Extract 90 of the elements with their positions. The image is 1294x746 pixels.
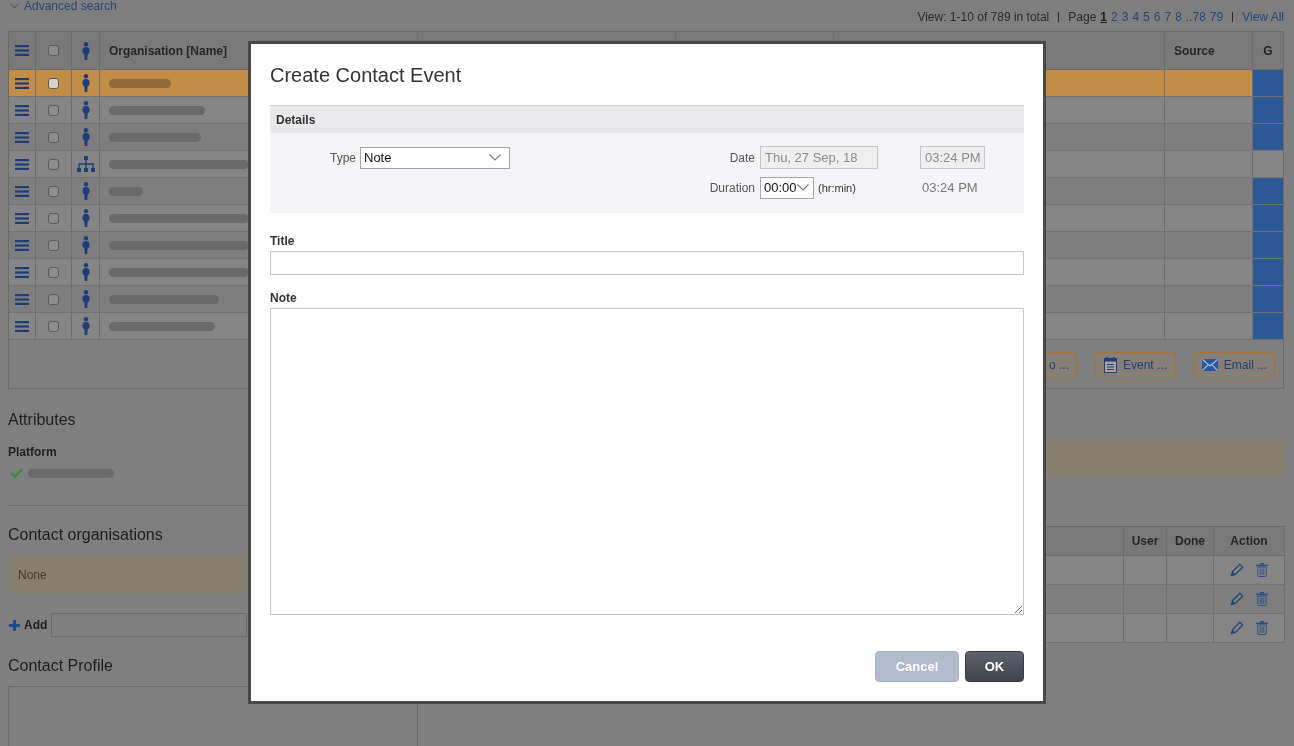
section-title: Contact organisations <box>8 526 163 544</box>
pencil-icon[interactable] <box>1230 563 1244 577</box>
pencil-icon[interactable] <box>1230 592 1244 606</box>
row-checkbox[interactable] <box>48 158 59 170</box>
cancel-button[interactable]: Cancel <box>875 651 959 682</box>
field-label: Duration <box>709 180 755 195</box>
page-link[interactable]: 5 <box>1143 10 1150 24</box>
advanced-search-link[interactable]: Advanced search <box>10 0 117 12</box>
menu-icon[interactable] <box>15 266 29 278</box>
row-checkbox[interactable] <box>48 320 59 332</box>
ok-button[interactable]: OK <box>965 651 1024 682</box>
trash-icon[interactable] <box>1256 592 1268 606</box>
section-title: Contact Profile <box>8 657 113 675</box>
menu-icon[interactable] <box>15 293 29 305</box>
event-button[interactable]: Event ... <box>1095 352 1176 378</box>
person-icon <box>81 101 90 119</box>
title-field[interactable] <box>270 251 1024 275</box>
field-label: Platform <box>8 445 57 459</box>
page-link[interactable]: ..78 <box>1185 10 1206 24</box>
mail-icon <box>1201 359 1218 371</box>
page-link[interactable]: 3 <box>1121 10 1129 24</box>
type-select[interactable]: Note <box>360 146 510 169</box>
menu-icon[interactable] <box>15 45 29 56</box>
column-header: Done <box>1175 534 1205 548</box>
column-header: Action <box>1230 534 1268 548</box>
menu-icon[interactable] <box>15 158 29 170</box>
chevron-down-icon <box>797 184 809 191</box>
row-checkbox[interactable] <box>48 77 59 89</box>
page-link[interactable]: 7 <box>1164 10 1172 24</box>
chevron-down-icon <box>489 154 501 161</box>
section-header: Details <box>270 105 1024 133</box>
plus-icon <box>9 619 20 631</box>
page-link[interactable]: 1 <box>1100 10 1107 24</box>
column-header: User <box>1131 534 1159 548</box>
page-link[interactable]: 79 <box>1209 10 1224 24</box>
person-icon <box>81 317 90 335</box>
pagination-summary: View: 1-10 of 789 in total <box>917 10 1050 24</box>
menu-icon[interactable] <box>15 185 29 197</box>
trash-icon[interactable] <box>1256 621 1268 635</box>
row-checkbox[interactable] <box>48 212 59 224</box>
row-checkbox[interactable] <box>48 104 59 116</box>
field-label: Date <box>729 150 755 165</box>
row-checkbox[interactable] <box>48 185 59 197</box>
menu-icon[interactable] <box>15 320 29 332</box>
end-time-text: 03:24 PM <box>921 180 979 195</box>
page-label: Page <box>1068 10 1097 24</box>
person-icon <box>81 41 90 60</box>
view-all-link[interactable]: View All <box>1242 10 1284 24</box>
calendar-icon <box>1104 357 1117 373</box>
field-label: Title <box>270 234 295 248</box>
row-checkbox[interactable] <box>48 239 59 251</box>
add-organisation-field[interactable] <box>51 613 248 637</box>
column-header[interactable]: Organisation [Name] <box>109 43 228 58</box>
dialog-title: Create Contact Event <box>270 63 462 87</box>
chevron-down-icon <box>10 3 19 9</box>
person-icon <box>81 74 90 92</box>
duration-select[interactable]: 00:00 <box>760 176 814 199</box>
page-link[interactable]: 6 <box>1153 10 1161 24</box>
email-button[interactable]: Email ... <box>1194 352 1275 378</box>
person-icon <box>81 209 90 227</box>
blurred-text <box>109 78 171 88</box>
field-label: Type <box>330 150 356 165</box>
hierarchy-icon <box>76 156 95 172</box>
column-header[interactable]: G <box>1263 43 1273 58</box>
menu-icon[interactable] <box>15 104 29 116</box>
empty-state-panel: None <box>8 556 248 593</box>
column-header[interactable]: Source <box>1174 43 1215 58</box>
row-checkbox[interactable] <box>48 266 59 278</box>
person-icon <box>81 236 90 254</box>
person-icon <box>81 290 90 308</box>
person-icon <box>81 182 90 200</box>
pencil-icon[interactable] <box>1230 621 1244 635</box>
menu-icon[interactable] <box>15 239 29 251</box>
person-icon <box>81 128 90 146</box>
section-title: Attributes <box>8 411 76 429</box>
field-label: Note <box>270 291 297 305</box>
select-all-checkbox[interactable] <box>48 45 59 56</box>
row-checkbox[interactable] <box>48 293 59 305</box>
row-checkbox[interactable] <box>48 131 59 143</box>
trash-icon[interactable] <box>1256 563 1268 577</box>
menu-icon[interactable] <box>15 77 29 89</box>
menu-icon[interactable] <box>15 212 29 224</box>
page-link[interactable]: 8 <box>1175 10 1182 24</box>
person-icon <box>81 263 90 281</box>
unit-label: (hr:min) <box>818 181 856 194</box>
menu-icon[interactable] <box>15 131 29 143</box>
page-link[interactable]: 2 <box>1111 10 1118 24</box>
page-link[interactable]: 4 <box>1132 10 1140 24</box>
add-button[interactable]: Add <box>8 618 48 632</box>
note-field[interactable] <box>270 308 1024 615</box>
